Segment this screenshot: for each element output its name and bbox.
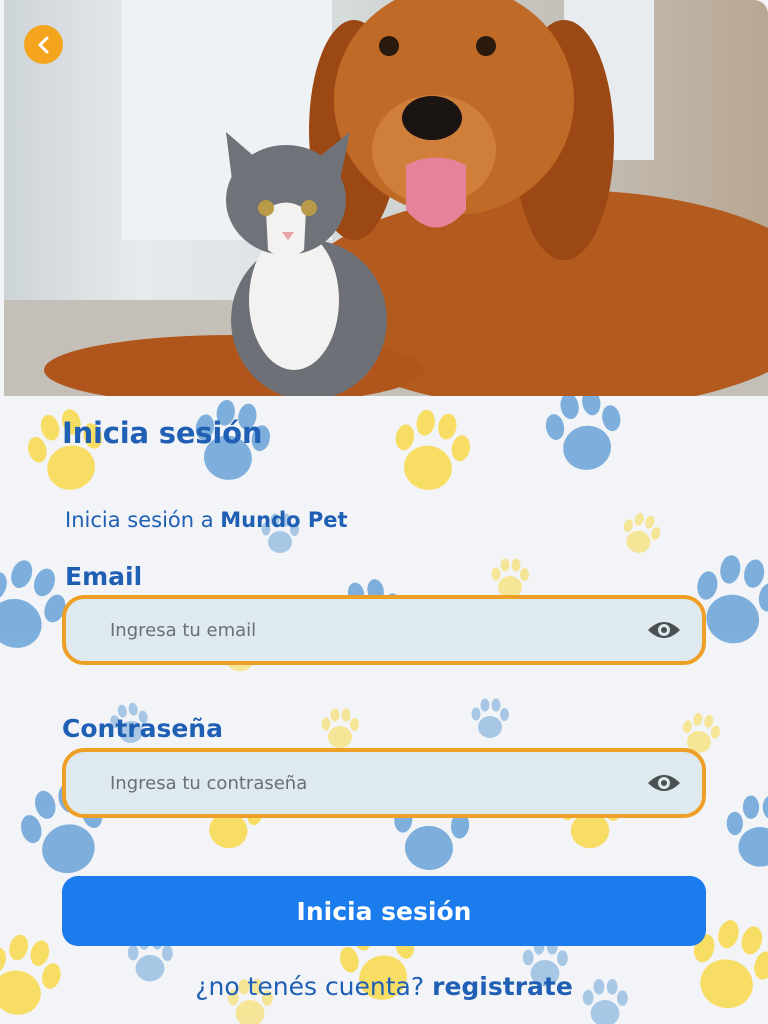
login-subtitle: Inicia sesión a Mundo Pet [65,508,348,532]
password-field-container [62,748,706,818]
email-label: Email [65,562,143,591]
brand-name: Mundo Pet [220,508,348,532]
signup-link[interactable]: registrate [432,972,573,1001]
login-button[interactable]: Inicia sesión [62,876,706,946]
email-field-container [62,595,706,665]
page-title: Inicia sesión [62,416,263,450]
eye-icon[interactable] [646,618,682,642]
password-label: Contraseña [62,714,223,743]
email-field[interactable] [108,618,646,642]
subtitle-prefix: Inicia sesión a [65,508,221,532]
chevron-left-icon [38,36,48,53]
back-button[interactable] [24,25,63,64]
signup-prompt: ¿no tenés cuenta? registrate [0,972,768,1001]
password-field[interactable] [108,771,646,795]
signup-prompt-text: ¿no tenés cuenta? [195,972,425,1001]
eye-icon[interactable] [646,771,682,795]
